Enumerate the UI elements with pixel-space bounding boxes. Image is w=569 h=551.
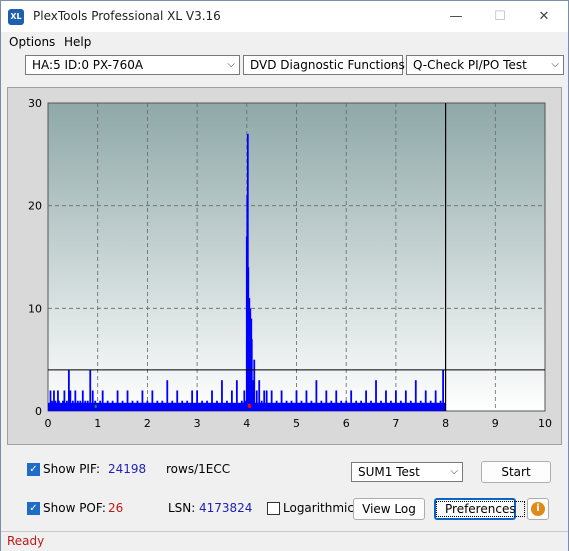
info-button[interactable]: i	[527, 498, 549, 520]
logarithmic-checkbox[interactable]	[267, 502, 280, 515]
show-pof-label: Show POF:	[43, 501, 106, 515]
logarithmic-label: Logarithmic	[283, 501, 354, 515]
x-tick-label: 4	[243, 417, 250, 430]
chart-panel: 0 1 2 3 4 5 6 7 8 9 10 0 10 20 30	[7, 87, 562, 445]
units-label: rows/1ECC	[166, 462, 231, 476]
drive-select-value: HA:5 ID:0 PX-760A	[32, 58, 144, 72]
view-log-button[interactable]: View Log	[353, 498, 425, 520]
pif-value: 24198	[108, 462, 147, 476]
function-select-value: DVD Diagnostic Functions	[250, 58, 405, 72]
start-button[interactable]: Start	[481, 461, 551, 483]
title-bar: XL PlexTools Professional XL V3.16 — ☐ ✕	[1, 1, 568, 32]
status-text: Ready	[7, 534, 45, 548]
x-tick-label: 5	[293, 417, 300, 430]
info-icon: i	[531, 502, 545, 516]
show-pif-label: Show PIF:	[43, 462, 100, 476]
lsn-label: LSN:	[168, 501, 196, 515]
preferences-button[interactable]: Preferences	[434, 498, 525, 520]
menu-bar: Options Help	[1, 32, 568, 52]
x-tick-label: 3	[194, 417, 201, 430]
pof-mark	[94, 404, 97, 408]
x-tick-label: 10	[538, 417, 552, 430]
sum-test-value: SUM1 Test	[358, 465, 420, 479]
controls-panel: ✓ Show PIF: 24198 rows/1ECC SUM1 Test ⌵ …	[1, 451, 568, 529]
close-button[interactable]: ✕	[522, 1, 566, 32]
lsn-value: 4173824	[199, 501, 253, 515]
show-pif-checkbox[interactable]: ✓	[27, 463, 40, 476]
y-tick-label: 30	[28, 97, 42, 110]
test-select-value: Q-Check PI/PO Test	[413, 58, 527, 72]
chevron-down-icon: ⌵	[227, 59, 235, 70]
show-pof-checkbox[interactable]: ✓	[27, 502, 40, 515]
sum-test-select[interactable]: SUM1 Test ⌵	[351, 462, 463, 482]
y-tick-label: 0	[35, 405, 42, 418]
status-bar: Ready	[1, 531, 568, 551]
test-select[interactable]: Q-Check PI/PO Test ⌵	[406, 55, 564, 75]
x-tick-label: 1	[94, 417, 101, 430]
pof-value: 26	[108, 501, 124, 515]
app-logo-icon: XL	[8, 9, 24, 25]
maximize-button[interactable]: ☐	[478, 1, 522, 32]
function-select[interactable]: DVD Diagnostic Functions ⌵	[243, 55, 405, 75]
pipo-chart: 0 1 2 3 4 5 6 7 8 9 10 0 10 20 30	[28, 97, 552, 430]
chevron-down-icon: ⌵	[551, 59, 559, 70]
menu-help[interactable]: Help	[64, 35, 91, 49]
minimize-button[interactable]: —	[434, 1, 478, 32]
main-window: XL PlexTools Professional XL V3.16 — ☐ ✕…	[0, 0, 569, 551]
pif-baseline-band	[48, 402, 446, 411]
y-tick-label: 10	[28, 302, 42, 315]
chevron-down-icon: ⌵	[390, 59, 398, 70]
x-tick-label: 2	[144, 417, 151, 430]
window-title: PlexTools Professional XL V3.16	[33, 9, 221, 23]
preferences-button-label: Preferences	[436, 501, 525, 517]
x-tick-label: 7	[392, 417, 399, 430]
pof-mark	[247, 403, 251, 408]
x-tick-label: 0	[45, 417, 52, 430]
x-tick-label: 9	[492, 417, 499, 430]
chevron-down-icon: ⌵	[450, 466, 458, 477]
y-tick-label: 20	[28, 200, 42, 213]
drive-select[interactable]: HA:5 ID:0 PX-760A ⌵	[25, 55, 240, 75]
menu-options[interactable]: Options	[9, 35, 55, 49]
x-tick-label: 8	[442, 417, 449, 430]
x-tick-label: 6	[343, 417, 350, 430]
